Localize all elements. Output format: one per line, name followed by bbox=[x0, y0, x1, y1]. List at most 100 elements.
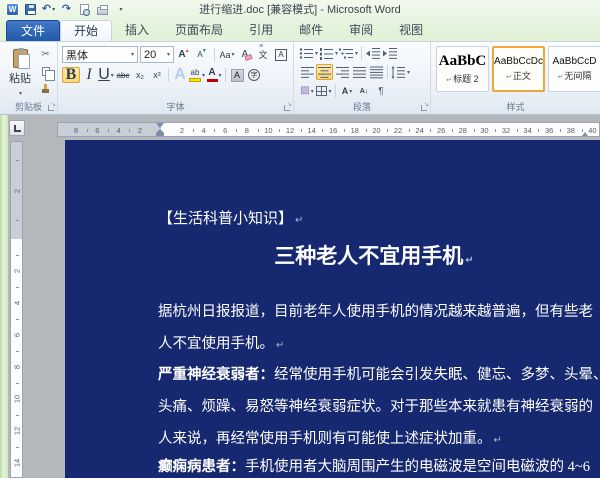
left-indent-marker[interactable] bbox=[156, 133, 164, 136]
copy-button[interactable] bbox=[37, 64, 55, 81]
ruler-tick bbox=[236, 129, 237, 132]
paragraph-mark-icon: ↵ bbox=[446, 77, 453, 84]
ruler-number: 4 bbox=[116, 126, 121, 135]
character-border-button[interactable]: A bbox=[273, 47, 289, 63]
font-size-combo[interactable]: 20 ▾ bbox=[140, 46, 174, 63]
tab-selector-button[interactable] bbox=[9, 120, 25, 136]
tab-file[interactable]: 文件 bbox=[6, 20, 61, 41]
style-card-no-spacing[interactable]: AaBbCcD ↵无间隔 bbox=[548, 46, 600, 92]
quick-print-button[interactable] bbox=[95, 2, 110, 16]
separator bbox=[214, 47, 215, 62]
justify-button[interactable] bbox=[351, 64, 367, 80]
chevron-down-icon: ▾ bbox=[231, 52, 235, 58]
style-card-heading2[interactable]: AaBbC ↵标题 2 bbox=[436, 46, 489, 92]
show-marks-button[interactable]: ¶ bbox=[373, 83, 389, 99]
italic-button[interactable]: I bbox=[81, 66, 97, 83]
character-shading-button[interactable]: A bbox=[229, 67, 245, 83]
align-center-button[interactable] bbox=[316, 64, 333, 80]
ruler-number: 4 bbox=[201, 126, 206, 135]
borders-button[interactable]: ▾ bbox=[316, 83, 332, 99]
highlight-icon: ab bbox=[189, 68, 201, 82]
font-name-combo[interactable]: 黑体 ▾ bbox=[62, 46, 138, 63]
document-workspace: 8 6 4 2 2 4 6 8 10 12 14 16 18 20 22 24 26 28 30 32 34 36 38 40… bbox=[8, 115, 600, 478]
shading-button[interactable]: ▨ ▾ bbox=[299, 83, 315, 99]
align-right-button[interactable] bbox=[334, 64, 350, 80]
document-page[interactable]: 【生活科普小知识】 ↵ 三种老人不宜用手机 ↵ 据杭州日报报道，目前老年人使用手机的… bbox=[65, 140, 600, 478]
word-logo-button[interactable]: W bbox=[5, 2, 20, 16]
ruler-number: 2 bbox=[179, 126, 185, 135]
paste-button[interactable]: 粘贴 ▾ bbox=[5, 46, 35, 100]
numbering-button[interactable]: ▾ bbox=[319, 45, 338, 61]
format-painter-button[interactable] bbox=[37, 81, 54, 96]
strikethrough-button[interactable]: abc bbox=[115, 67, 131, 83]
ruler-number: 36 bbox=[545, 126, 554, 135]
customize-qat-button[interactable]: ▾ bbox=[113, 2, 128, 16]
print-preview-button[interactable] bbox=[77, 2, 92, 16]
asian-layout-button[interactable]: A ▾ bbox=[339, 83, 355, 99]
paragraph-row-2: ▾ bbox=[299, 64, 410, 80]
bullets-button[interactable]: ▾ bbox=[299, 45, 318, 61]
ruler-tick bbox=[16, 319, 19, 320]
quick-access-toolbar: W ↶ ▾ ↷ ▾ bbox=[0, 2, 128, 16]
font-dialog-launcher[interactable] bbox=[284, 101, 292, 111]
asian-layout-icon: A bbox=[341, 86, 349, 96]
tab-page-layout[interactable]: 页面布局 bbox=[162, 20, 236, 41]
align-left-button[interactable] bbox=[299, 64, 315, 80]
subscript-button[interactable]: x₂ bbox=[132, 67, 148, 83]
shrink-font-button[interactable]: A ▼ bbox=[194, 47, 210, 63]
ribbon: 粘贴 ▾ ✂ 剪贴板 黑体▾ 20▾ A▲ A▼ Aa▾ A 文 A bbox=[0, 41, 600, 115]
tab-home[interactable]: 开始 bbox=[60, 20, 113, 41]
ruler-number: 14 bbox=[307, 126, 316, 135]
vertical-ruler[interactable]: 2 2 4 6 8 10 12 14 bbox=[10, 141, 23, 478]
save-button[interactable] bbox=[23, 2, 38, 16]
chevron-down-icon: ▾ bbox=[407, 69, 411, 76]
cut-button[interactable]: ✂ bbox=[37, 47, 54, 62]
tab-insert[interactable]: 插入 bbox=[112, 20, 162, 41]
increase-indent-button[interactable] bbox=[382, 45, 398, 61]
ruler-number: 8 bbox=[244, 126, 249, 135]
word-window: 进行缩进.doc [兼容模式] - Microsoft Word W ↶ ▾ ↷ … bbox=[0, 0, 600, 478]
multilevel-list-button[interactable]: ▾ bbox=[339, 45, 358, 61]
distribute-button[interactable] bbox=[368, 64, 384, 80]
paragraph-row-3: ▨ ▾ ▾ A ▾ A↓ ¶ bbox=[299, 83, 389, 99]
ruler-number: 8 bbox=[12, 364, 22, 370]
up-caret-icon: ▲ bbox=[184, 48, 190, 54]
change-case-button[interactable]: Aa ▾ bbox=[219, 47, 235, 63]
font-color-button[interactable]: A ▾ bbox=[206, 67, 222, 83]
horizontal-ruler[interactable]: 8 6 4 2 2 4 6 8 10 12 14 16 18 20 22 24 26 28 30 32 34 36 38 40 bbox=[57, 122, 600, 137]
borders-icon bbox=[316, 86, 328, 96]
sort-button[interactable]: A↓ bbox=[356, 83, 372, 99]
clear-formatting-button[interactable]: A bbox=[237, 47, 253, 63]
tab-mailings[interactable]: 邮件 bbox=[286, 20, 336, 41]
style-preview: AaBbC bbox=[438, 53, 487, 69]
ruler-number: 18 bbox=[350, 126, 359, 135]
text-effects-button[interactable]: A bbox=[172, 66, 188, 83]
line-spacing-button[interactable]: ▾ bbox=[391, 64, 410, 80]
ribbon-tab-row: 文件 开始 插入 页面布局 引用 邮件 审阅 视图 bbox=[0, 18, 600, 41]
font-group-label: 字体 bbox=[166, 102, 185, 112]
first-line-indent-marker[interactable] bbox=[156, 123, 164, 128]
tab-view[interactable]: 视图 bbox=[386, 20, 436, 41]
redo-button[interactable]: ↷ bbox=[59, 2, 74, 16]
bold-button[interactable]: B bbox=[62, 66, 80, 83]
tab-references[interactable]: 引用 bbox=[236, 20, 286, 41]
ruler-number: 2 bbox=[12, 188, 22, 194]
clipboard-dialog-launcher[interactable] bbox=[48, 101, 56, 111]
phonetic-guide-button[interactable]: 文 bbox=[255, 43, 271, 63]
undo-button[interactable]: ↶ ▾ bbox=[41, 2, 56, 16]
style-preview: AaBbCcDc bbox=[494, 56, 543, 67]
underline-button[interactable]: U ▾ bbox=[98, 66, 114, 83]
superscript-button[interactable]: x² bbox=[149, 67, 165, 83]
redo-icon: ↷ bbox=[61, 2, 72, 15]
paragraph-dialog-launcher[interactable] bbox=[421, 101, 429, 111]
decrease-indent-button[interactable] bbox=[365, 45, 381, 61]
highlight-button[interactable]: ab ▾ bbox=[189, 67, 205, 83]
ruler-number: 10 bbox=[12, 394, 22, 404]
chevron-down-icon: ▾ bbox=[328, 88, 332, 95]
style-card-normal[interactable]: AaBbCcDc ↵正文 bbox=[492, 46, 545, 92]
bullets-icon bbox=[299, 47, 313, 59]
ruler-number: 10 bbox=[264, 126, 273, 135]
grow-font-button[interactable]: A ▲ bbox=[176, 47, 192, 63]
enclose-characters-button[interactable]: 字 bbox=[246, 67, 262, 83]
tab-review[interactable]: 审阅 bbox=[336, 20, 386, 41]
